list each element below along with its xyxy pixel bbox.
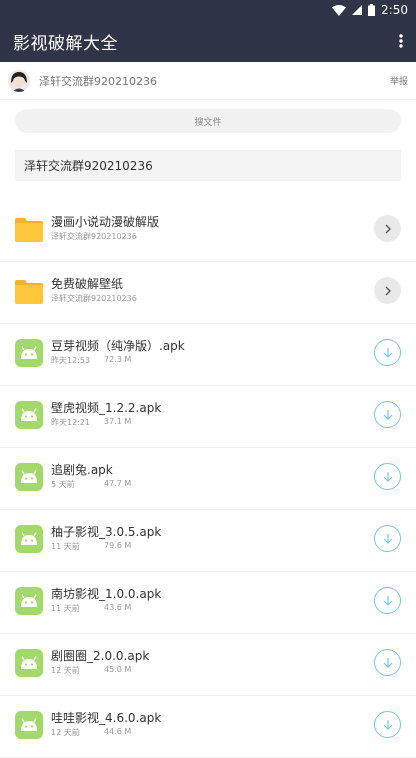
- android-apk-icon: [15, 339, 43, 367]
- file-item[interactable]: 豆芽视频（纯净版）.apk 昨天12:53 72.3 M: [0, 324, 416, 386]
- file-name: 剧圈圈_2.0.0.apk: [51, 649, 150, 663]
- download-icon[interactable]: [374, 463, 401, 490]
- notice-banner: 泽轩交流群920210236: [15, 150, 401, 181]
- status-bar: 2:50: [0, 0, 416, 20]
- file-meta: 昨天12:21 37.1 M: [51, 417, 131, 428]
- file-time: 5 天前: [51, 480, 75, 489]
- file-list: 漫画小说动漫破解版 泽轩交流群920210236 免费破解壁纸 泽轩交流群920…: [0, 200, 416, 758]
- folder-item[interactable]: 漫画小说动漫破解版 泽轩交流群920210236: [0, 200, 416, 262]
- file-item[interactable]: 柚子影视_3.0.5.apk 11 天前 79.6 M: [0, 510, 416, 572]
- file-name: 豆芽视频（纯净版）.apk: [51, 339, 185, 353]
- file-size: 47.7 M: [104, 479, 132, 488]
- file-size: 45.0 M: [104, 665, 132, 674]
- battery-icon: [368, 4, 376, 16]
- wifi-icon: [332, 4, 347, 16]
- file-size: 37.1 M: [104, 417, 132, 426]
- android-apk-icon: [15, 649, 43, 677]
- file-time: 11 天前: [51, 604, 80, 613]
- file-name: 南坊影视_1.0.0.apk: [51, 587, 162, 601]
- file-item[interactable]: 壁虎视频_1.2.2.apk 昨天12:21 37.1 M: [0, 386, 416, 448]
- file-meta: 12 天前 44.6 M: [51, 727, 131, 738]
- file-name: 柚子影视_3.0.5.apk: [51, 525, 162, 539]
- file-time: 11 天前: [51, 542, 80, 551]
- folder-icon: [15, 215, 43, 243]
- file-meta: 11 天前 79.6 M: [51, 541, 131, 552]
- android-apk-icon: [15, 525, 43, 553]
- download-icon[interactable]: [374, 401, 401, 428]
- android-apk-icon: [15, 587, 43, 615]
- file-time: 12 天前: [51, 728, 80, 737]
- avatar[interactable]: [8, 69, 30, 92]
- file-meta: 5 天前 47.7 M: [51, 479, 131, 490]
- folder-icon: [15, 277, 43, 305]
- status-time: 2:50: [381, 3, 408, 17]
- folder-name: 漫画小说动漫破解版: [51, 215, 160, 229]
- user-name[interactable]: 泽轩交流群920210236: [39, 73, 390, 89]
- file-item[interactable]: 追剧兔.apk 5 天前 47.7 M: [0, 448, 416, 510]
- file-meta: 昨天12:53 72.3 M: [51, 355, 131, 366]
- folder-item[interactable]: 免费破解壁纸 泽轩交流群920210236: [0, 262, 416, 324]
- report-link[interactable]: 举报: [390, 74, 408, 87]
- download-icon[interactable]: [374, 587, 401, 614]
- file-time: 昨天12:21: [51, 418, 91, 427]
- file-size: 79.6 M: [104, 541, 132, 550]
- chevron-right-icon[interactable]: [374, 277, 401, 304]
- user-row[interactable]: 泽轩交流群920210236 举报: [0, 62, 416, 100]
- file-time: 12 天前: [51, 666, 80, 675]
- file-item[interactable]: 南坊影视_1.0.0.apk 11 天前 43.6 M: [0, 572, 416, 634]
- android-apk-icon: [15, 463, 43, 491]
- more-vert-icon[interactable]: [386, 20, 416, 62]
- android-apk-icon: [15, 711, 43, 739]
- file-meta: 11 天前 43.6 M: [51, 603, 131, 614]
- download-icon[interactable]: [374, 525, 401, 552]
- download-icon[interactable]: [374, 339, 401, 366]
- file-meta: 12 天前 45.0 M: [51, 665, 131, 676]
- file-size: 72.3 M: [104, 355, 132, 364]
- signal-icon: [352, 5, 363, 15]
- file-size: 44.6 M: [104, 727, 132, 736]
- folder-name: 免费破解壁纸: [51, 277, 124, 291]
- file-size: 43.6 M: [104, 603, 132, 612]
- file-item[interactable]: 剧圈圈_2.0.0.apk 12 天前 45.0 M: [0, 634, 416, 696]
- folder-subtitle: 泽轩交流群920210236: [51, 294, 137, 303]
- chevron-right-icon[interactable]: [374, 215, 401, 242]
- app-bar: 影视破解大全: [0, 20, 416, 62]
- file-item[interactable]: 哇哇影视_4.6.0.apk 12 天前 44.6 M: [0, 696, 416, 758]
- file-name: 壁虎视频_1.2.2.apk: [51, 401, 162, 415]
- download-icon[interactable]: [374, 649, 401, 676]
- folder-subtitle: 泽轩交流群920210236: [51, 232, 137, 241]
- file-name: 追剧兔.apk: [51, 463, 113, 477]
- download-icon[interactable]: [374, 711, 401, 738]
- search-placeholder: 搜文件: [194, 117, 222, 128]
- notice-text: 泽轩交流群920210236: [24, 159, 153, 173]
- file-name: 哇哇影视_4.6.0.apk: [51, 711, 162, 725]
- app-title: 影视破解大全: [13, 33, 118, 54]
- android-apk-icon: [15, 401, 43, 429]
- search-input[interactable]: 搜文件: [15, 109, 401, 133]
- file-time: 昨天12:53: [51, 356, 91, 365]
